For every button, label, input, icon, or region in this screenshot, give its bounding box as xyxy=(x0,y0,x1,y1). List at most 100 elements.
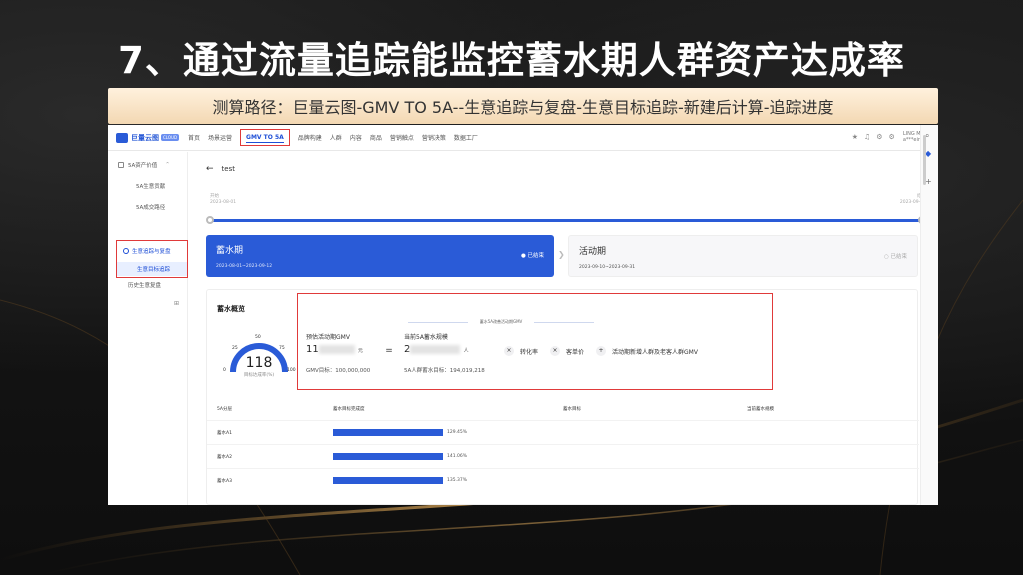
gauge-sublabel: 目标达成率(%) xyxy=(243,373,275,378)
gauge-tick-0: 0 xyxy=(223,368,226,373)
sidebar-highlight-box: 生意追踪与复盘 生意目标追踪 xyxy=(116,240,188,278)
completion-pct: 135.37% xyxy=(447,478,468,483)
row-name: 蓄水A3 xyxy=(217,479,232,484)
achievement-gauge: 0 25 50 75 100 118 目标达成率(%) xyxy=(219,322,299,382)
nav-data-factory[interactable]: 数据工厂 xyxy=(454,133,478,142)
sidebar-group-label: 5A资产价值 xyxy=(128,163,158,169)
nav-brand-build[interactable]: 品牌构建 xyxy=(298,133,322,142)
logo-badge: CLOUD xyxy=(161,134,180,141)
nav-product[interactable]: 商品 xyxy=(370,133,382,142)
chart-icon xyxy=(118,162,124,168)
scrollbar[interactable] xyxy=(923,135,926,185)
app-logo[interactable]: 巨量云图 CLOUD xyxy=(116,132,188,143)
timeline-start-dot xyxy=(206,216,214,224)
col-current: 当前蓄水规模 xyxy=(747,407,774,412)
completion-pct: 129.45% xyxy=(447,430,468,435)
logo-icon xyxy=(116,132,128,143)
table-row: 蓄水A2 141.06% xyxy=(207,444,919,468)
gmv-target: GMV目标：100,000,000 xyxy=(306,368,371,374)
gauge-tick-50: 50 xyxy=(255,335,261,340)
completion-pct: 141.06% xyxy=(447,454,468,459)
formula-header: 蓄水5A改善活动期GMV xyxy=(408,319,594,325)
current-5a-label: 当前5A蓄水规模 xyxy=(404,334,448,341)
grid-icon[interactable]: ⊞ xyxy=(174,300,179,307)
unit-price-term: 客单价 xyxy=(566,349,585,356)
nav-scene-ops[interactable]: 场景运营 xyxy=(208,133,232,142)
settings-icon[interactable]: ⚙ xyxy=(889,133,895,141)
est-gmv-label: 预估活动期GMV xyxy=(306,334,350,341)
est-gmv-value: 11 元 xyxy=(306,344,363,355)
sidebar-group-tracking[interactable]: 生意追踪与复盘 xyxy=(117,241,187,255)
chevron-right-icon: ❯ xyxy=(558,250,565,259)
gauge-value: 118 xyxy=(245,355,273,371)
sidebar-item-5a-contribution[interactable]: 5A生意贡献 xyxy=(108,169,187,190)
phase-card-activity[interactable]: 活动期 2023-09-10~2023-09-31 ○ 已结束 xyxy=(568,235,918,277)
add-icon[interactable]: + xyxy=(925,177,932,186)
row-name: 蓄水A2 xyxy=(217,455,232,460)
sidebar-group-5a-value[interactable]: 5A资产价值 ⌃ xyxy=(108,152,187,169)
completion-bar xyxy=(333,453,443,460)
completion-bar xyxy=(333,429,443,436)
logo-text: 巨量云图 xyxy=(131,133,159,142)
slide-title: 7、通过流量追踪能监控蓄水期人群资产达成率 xyxy=(118,39,905,82)
back-arrow-icon[interactable]: ← xyxy=(206,164,214,174)
phase-name: 活动期 xyxy=(579,247,607,257)
overview-title: 蓄水概览 xyxy=(217,305,245,313)
target-icon xyxy=(123,248,129,254)
bell-icon[interactable]: ♫ xyxy=(864,133,870,141)
phase-status: ● 已结束 xyxy=(520,253,544,259)
nav-right-tools: ★ ♫ ⚙ ⚙ LING MEI... a***ein... xyxy=(846,131,930,143)
completion-bar-fill xyxy=(333,453,443,460)
completion-bar-fill xyxy=(333,429,443,436)
page-title: test xyxy=(221,165,235,173)
message-icon[interactable]: ⚙ xyxy=(876,133,882,141)
table-row: 蓄水A3 135.37% xyxy=(207,468,919,492)
multiply-icon: × xyxy=(504,346,514,356)
table-header: 5A分层 蓄水目标完成度 蓄水目标 当前蓄水规模 xyxy=(207,404,919,418)
sidebar-item-history-review[interactable]: 历史生意复盘 xyxy=(108,281,161,289)
current-5a-value: 2 人 xyxy=(404,344,469,355)
5a-target: 5A人群蓄水目标：194,019,218 xyxy=(404,368,485,374)
route-path-banner: 测算路径：巨量云图-GMV TO 5A--生意追踪与复盘-生意目标追踪-新建后计… xyxy=(108,88,938,124)
nav-home[interactable]: 首页 xyxy=(188,133,200,142)
star-icon[interactable]: ★ xyxy=(852,133,858,141)
current-5a-unit: 人 xyxy=(463,348,469,354)
timeline-start-date: 2023-08-01 xyxy=(210,200,237,205)
est-gmv-unit: 元 xyxy=(357,348,363,354)
sidebar-group-tracking-label: 生意追踪与复盘 xyxy=(132,249,171,255)
nav-decision[interactable]: 营销决策 xyxy=(422,133,446,142)
page-header: ← test xyxy=(206,164,235,174)
sidebar: 5A资产价值 ⌃ 5A生意贡献 5A成交路径 生意追踪与复盘 生意目标追踪 历史… xyxy=(108,152,188,505)
formula-highlight-box: 蓄水5A改善活动期GMV 预估活动期GMV 11 元 GMV目标：100,000… xyxy=(297,293,773,390)
nav-audience[interactable]: 人群 xyxy=(330,133,342,142)
main-content: ← test 开始 2023-08-01 结束 2023-09-31 蓄水期 2… xyxy=(196,152,926,505)
col-target: 蓄水目标 xyxy=(563,407,581,412)
gauge-tick-75: 75 xyxy=(279,346,285,351)
phase-date: 2023-09-10~2023-09-31 xyxy=(579,265,636,270)
timeline-progress-bar xyxy=(210,219,922,222)
blurred-value xyxy=(410,344,461,354)
sidebar-item-5a-path[interactable]: 5A成交路径 xyxy=(108,190,187,211)
table-row: 蓄水A1 129.45% xyxy=(207,420,919,444)
phase-status: ○ 已结束 xyxy=(883,254,907,260)
top-navigation: 巨量云图 CLOUD 首页 场景运营 GMV TO 5A 品牌构建 人群 内容 … xyxy=(108,125,938,151)
row-name: 蓄水A1 xyxy=(217,431,232,436)
phase-name: 蓄水期 xyxy=(216,246,244,256)
multiply-icon: × xyxy=(550,346,560,356)
col-5a-layer: 5A分层 xyxy=(217,407,232,412)
nav-gmv-to-5a[interactable]: GMV TO 5A xyxy=(240,129,290,146)
nav-touchpoint[interactable]: 营销触点 xyxy=(390,133,414,142)
equals-sign: = xyxy=(385,346,393,356)
phase-card-reservoir[interactable]: 蓄水期 2023-08-01~2023-09-12 ● 已结束 xyxy=(206,235,554,277)
sidebar-item-goal-tracking[interactable]: 生意目标追踪 xyxy=(117,262,187,276)
completion-bar xyxy=(333,477,443,484)
conversion-rate-term: 转化率 xyxy=(520,349,539,356)
chevron-up-icon: ⌃ xyxy=(165,162,170,168)
reservoir-overview-panel: 蓄水概览 0 25 50 75 100 118 目标达成率(%) 蓄水5A改善活… xyxy=(206,289,919,505)
blurred-value xyxy=(318,344,355,354)
est-gmv-prefix: 11 xyxy=(306,344,319,355)
nav-content[interactable]: 内容 xyxy=(350,133,362,142)
plus-icon: + xyxy=(596,346,606,356)
col-completion: 蓄水目标完成度 xyxy=(333,407,365,412)
completion-bar-fill xyxy=(333,477,443,484)
